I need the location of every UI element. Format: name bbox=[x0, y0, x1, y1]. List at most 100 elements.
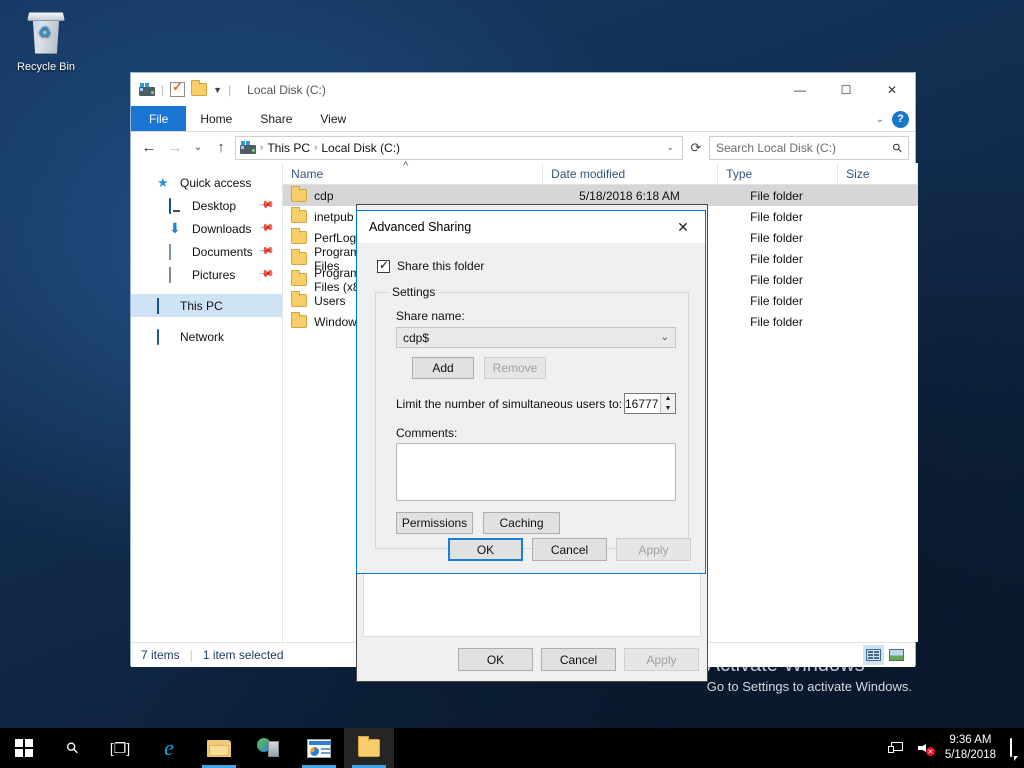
remove-button[interactable]: Remove bbox=[484, 357, 546, 379]
share-this-folder-checkbox[interactable] bbox=[377, 260, 390, 273]
back-button[interactable]: ← bbox=[137, 136, 161, 160]
toolbar-divider: | bbox=[161, 83, 164, 97]
taskbar-app-internet-explorer[interactable]: e bbox=[144, 728, 194, 768]
view-mode-buttons bbox=[863, 645, 915, 665]
properties-icon[interactable] bbox=[170, 82, 185, 97]
properties-cancel-button[interactable]: Cancel bbox=[541, 648, 616, 671]
clock[interactable]: 9:36 AM 5/18/2018 bbox=[941, 733, 1006, 763]
search-input[interactable]: Search Local Disk (C:) ⚲ bbox=[709, 136, 909, 160]
sidebar-item-this-pc[interactable]: This PC bbox=[131, 294, 282, 317]
tiles-view-icon[interactable] bbox=[886, 645, 907, 665]
tab-file[interactable]: File bbox=[131, 106, 186, 131]
chevron-down-icon[interactable]: ⌄ bbox=[661, 332, 669, 343]
details-view-icon[interactable] bbox=[863, 645, 884, 665]
sidebar-item-downloads[interactable]: ⬇ Downloads 📌 bbox=[131, 217, 282, 240]
file-type: File folder bbox=[750, 210, 860, 224]
breadcrumb-local-disk[interactable]: Local Disk (C:) bbox=[321, 141, 400, 155]
close-icon[interactable]: ✕ bbox=[661, 211, 705, 243]
ok-button[interactable]: OK bbox=[448, 538, 523, 561]
add-button[interactable]: Add bbox=[412, 357, 474, 379]
network-icon[interactable] bbox=[881, 742, 911, 755]
status-selection: 1 item selected bbox=[203, 648, 284, 662]
column-header-size[interactable]: Size bbox=[838, 163, 918, 184]
breadcrumb[interactable]: › This PC › Local Disk (C:) ⌄ bbox=[235, 136, 683, 160]
pin-icon-downloads[interactable]: 📌 bbox=[258, 220, 275, 236]
properties-apply-button[interactable]: Apply bbox=[624, 648, 699, 671]
documents-icon bbox=[169, 245, 185, 259]
file-type: File folder bbox=[750, 273, 860, 287]
sidebar-item-desktop[interactable]: Desktop 📌 bbox=[131, 194, 282, 217]
pin-icon-documents[interactable]: 📌 bbox=[258, 243, 275, 259]
action-center-button[interactable] bbox=[1006, 739, 1024, 757]
sidebar-label-documents: Documents bbox=[192, 245, 253, 259]
breadcrumb-this-pc[interactable]: This PC bbox=[267, 141, 310, 155]
spinner-down-icon[interactable]: ▼ bbox=[661, 404, 675, 414]
folder-icon bbox=[291, 294, 307, 307]
share-name-combobox[interactable]: cdp$ ⌄ bbox=[396, 327, 676, 348]
forward-button[interactable]: → bbox=[163, 136, 187, 160]
column-headers: Name Date modified Type Size ^ bbox=[283, 163, 918, 185]
spinner-up-icon[interactable]: ▲ bbox=[661, 394, 675, 404]
task-view-icon: [❐] bbox=[110, 740, 130, 757]
new-folder-icon[interactable] bbox=[191, 83, 207, 96]
taskbar-app-file-explorer[interactable] bbox=[194, 728, 244, 768]
refresh-button[interactable]: ⟳ bbox=[685, 136, 707, 160]
task-view-button[interactable]: [❐] bbox=[96, 728, 144, 768]
desktop-icon bbox=[169, 199, 185, 213]
table-row[interactable]: cdp 5/18/2018 6:18 AM File folder bbox=[283, 185, 918, 206]
sidebar-item-quick-access[interactable]: ★ Quick access bbox=[131, 171, 282, 194]
volume-muted-icon[interactable]: ✕ bbox=[911, 741, 941, 755]
presentation-icon bbox=[307, 739, 331, 758]
up-button[interactable]: ↑ bbox=[209, 136, 233, 160]
caching-button[interactable]: Caching bbox=[483, 512, 560, 534]
internet-explorer-icon: e bbox=[164, 735, 174, 761]
share-this-folder-row[interactable]: Share this folder bbox=[377, 259, 689, 273]
sidebar-item-network[interactable]: Network bbox=[131, 325, 282, 348]
downloads-icon: ⬇ bbox=[169, 222, 185, 236]
sidebar-label-desktop: Desktop bbox=[192, 199, 236, 213]
cancel-button[interactable]: Cancel bbox=[532, 538, 607, 561]
tab-share[interactable]: Share bbox=[246, 106, 306, 131]
sidebar-item-pictures[interactable]: Pictures 📌 bbox=[131, 263, 282, 286]
start-button[interactable] bbox=[0, 728, 48, 768]
sidebar-item-documents[interactable]: Documents 📌 bbox=[131, 240, 282, 263]
close-button[interactable]: ✕ bbox=[869, 73, 915, 106]
user-limit-spinner[interactable]: 16777 ▲ ▼ bbox=[624, 393, 676, 414]
tab-view[interactable]: View bbox=[306, 106, 360, 131]
apply-button[interactable]: Apply bbox=[616, 538, 691, 561]
folder-icon bbox=[291, 210, 307, 223]
help-icon[interactable]: ? bbox=[892, 111, 909, 128]
folder-icon bbox=[358, 739, 380, 757]
customize-toolbar-caret-icon[interactable]: ▼ bbox=[213, 85, 222, 95]
address-bar: ← → ⌄ ↑ › This PC › Local Disk (C:) ⌄ ⟳ … bbox=[131, 132, 915, 163]
minimize-button[interactable]: — bbox=[777, 73, 823, 106]
advanced-sharing-titlebar[interactable]: Advanced Sharing ✕ bbox=[357, 211, 705, 243]
expand-ribbon-chevron-icon[interactable]: ⌄ bbox=[876, 114, 884, 125]
desktop-icon-recycle-bin[interactable]: ♻ Recycle Bin bbox=[8, 8, 84, 74]
file-explorer-icon bbox=[207, 739, 231, 757]
taskbar-app-explorer-window[interactable] bbox=[344, 728, 394, 768]
address-dropdown-icon[interactable]: ⌄ bbox=[666, 142, 678, 153]
tab-home[interactable]: Home bbox=[186, 106, 246, 131]
explorer-titlebar[interactable]: | ▼ | Local Disk (C:) — ☐ ✕ bbox=[131, 73, 915, 106]
user-limit-value[interactable]: 16777 bbox=[625, 397, 660, 411]
navigation-pane: ★ Quick access Desktop 📌 ⬇ Downloads 📌 D… bbox=[131, 163, 283, 642]
windows-logo-icon bbox=[15, 739, 33, 757]
maximize-button[interactable]: ☐ bbox=[823, 73, 869, 106]
column-header-date-modified[interactable]: Date modified bbox=[543, 163, 718, 184]
recent-locations-button[interactable]: ⌄ bbox=[189, 136, 207, 160]
share-name-value: cdp$ bbox=[403, 331, 429, 345]
comments-input[interactable] bbox=[396, 443, 676, 501]
taskbar-app-server-manager[interactable] bbox=[244, 728, 294, 768]
taskbar-search-button[interactable]: ⚲ bbox=[48, 728, 96, 768]
properties-ok-button[interactable]: OK bbox=[458, 648, 533, 671]
permissions-button[interactable]: Permissions bbox=[396, 512, 473, 534]
column-header-name[interactable]: Name bbox=[283, 163, 543, 184]
taskbar-app-presentation[interactable] bbox=[294, 728, 344, 768]
pin-icon-desktop[interactable]: 📌 bbox=[258, 197, 275, 213]
sidebar-label-pictures: Pictures bbox=[192, 268, 235, 282]
clock-time: 9:36 AM bbox=[945, 733, 996, 748]
pin-icon-pictures[interactable]: 📌 bbox=[258, 266, 275, 282]
column-header-type[interactable]: Type bbox=[718, 163, 838, 184]
search-icon[interactable]: ⚲ bbox=[890, 139, 906, 155]
